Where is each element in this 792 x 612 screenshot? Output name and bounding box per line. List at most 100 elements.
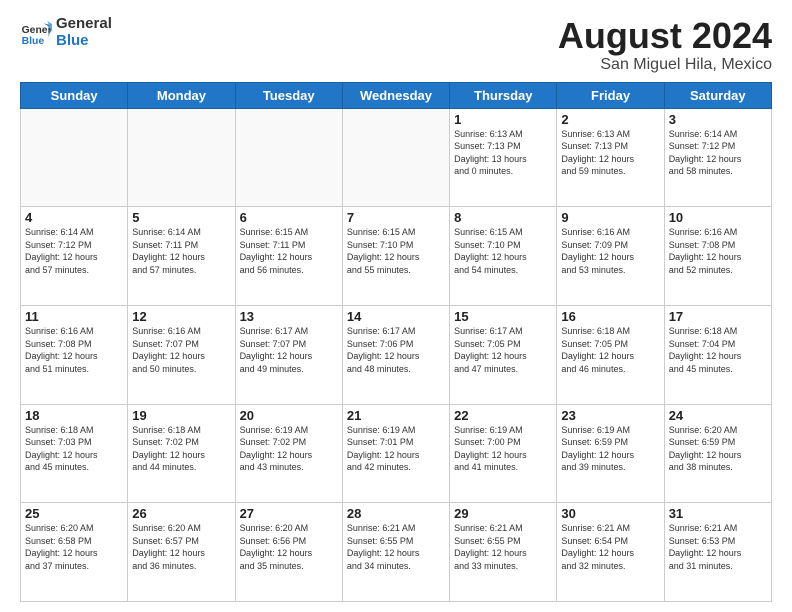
empty-cell <box>21 108 128 207</box>
day-info: Sunrise: 6:15 AM Sunset: 7:11 PM Dayligh… <box>240 226 338 276</box>
day-number: 13 <box>240 309 338 324</box>
day-info: Sunrise: 6:13 AM Sunset: 7:13 PM Dayligh… <box>454 128 552 178</box>
day-cell-26: 26Sunrise: 6:20 AM Sunset: 6:57 PM Dayli… <box>128 503 235 602</box>
day-info: Sunrise: 6:19 AM Sunset: 6:59 PM Dayligh… <box>561 424 659 474</box>
day-cell-29: 29Sunrise: 6:21 AM Sunset: 6:55 PM Dayli… <box>450 503 557 602</box>
day-number: 3 <box>669 112 767 127</box>
day-number: 10 <box>669 210 767 225</box>
weekday-header-tuesday: Tuesday <box>235 82 342 108</box>
empty-cell <box>128 108 235 207</box>
weekday-header-thursday: Thursday <box>450 82 557 108</box>
day-number: 11 <box>25 309 123 324</box>
day-info: Sunrise: 6:21 AM Sunset: 6:55 PM Dayligh… <box>347 522 445 572</box>
day-number: 5 <box>132 210 230 225</box>
day-cell-27: 27Sunrise: 6:20 AM Sunset: 6:56 PM Dayli… <box>235 503 342 602</box>
day-info: Sunrise: 6:18 AM Sunset: 7:05 PM Dayligh… <box>561 325 659 375</box>
day-number: 18 <box>25 408 123 423</box>
day-number: 4 <box>25 210 123 225</box>
day-info: Sunrise: 6:15 AM Sunset: 7:10 PM Dayligh… <box>347 226 445 276</box>
day-info: Sunrise: 6:17 AM Sunset: 7:05 PM Dayligh… <box>454 325 552 375</box>
day-number: 17 <box>669 309 767 324</box>
day-number: 28 <box>347 506 445 521</box>
day-cell-9: 9Sunrise: 6:16 AM Sunset: 7:09 PM Daylig… <box>557 207 664 306</box>
day-number: 9 <box>561 210 659 225</box>
day-info: Sunrise: 6:16 AM Sunset: 7:08 PM Dayligh… <box>669 226 767 276</box>
day-info: Sunrise: 6:17 AM Sunset: 7:07 PM Dayligh… <box>240 325 338 375</box>
day-info: Sunrise: 6:19 AM Sunset: 7:02 PM Dayligh… <box>240 424 338 474</box>
week-row-4: 25Sunrise: 6:20 AM Sunset: 6:58 PM Dayli… <box>21 503 772 602</box>
day-number: 12 <box>132 309 230 324</box>
empty-cell <box>235 108 342 207</box>
day-number: 21 <box>347 408 445 423</box>
week-row-0: 1Sunrise: 6:13 AM Sunset: 7:13 PM Daylig… <box>21 108 772 207</box>
logo: General Blue General Blue <box>20 16 112 49</box>
day-cell-8: 8Sunrise: 6:15 AM Sunset: 7:10 PM Daylig… <box>450 207 557 306</box>
day-cell-12: 12Sunrise: 6:16 AM Sunset: 7:07 PM Dayli… <box>128 305 235 404</box>
day-cell-25: 25Sunrise: 6:20 AM Sunset: 6:58 PM Dayli… <box>21 503 128 602</box>
day-cell-1: 1Sunrise: 6:13 AM Sunset: 7:13 PM Daylig… <box>450 108 557 207</box>
calendar: SundayMondayTuesdayWednesdayThursdayFrid… <box>20 82 772 602</box>
header: General Blue General Blue August 2024 Sa… <box>20 16 772 74</box>
day-cell-18: 18Sunrise: 6:18 AM Sunset: 7:03 PM Dayli… <box>21 404 128 503</box>
day-cell-30: 30Sunrise: 6:21 AM Sunset: 6:54 PM Dayli… <box>557 503 664 602</box>
week-row-3: 18Sunrise: 6:18 AM Sunset: 7:03 PM Dayli… <box>21 404 772 503</box>
day-number: 26 <box>132 506 230 521</box>
location-title: San Miguel Hila, Mexico <box>558 56 772 74</box>
weekday-header-row: SundayMondayTuesdayWednesdayThursdayFrid… <box>21 82 772 108</box>
day-info: Sunrise: 6:14 AM Sunset: 7:12 PM Dayligh… <box>25 226 123 276</box>
day-cell-28: 28Sunrise: 6:21 AM Sunset: 6:55 PM Dayli… <box>342 503 449 602</box>
day-number: 31 <box>669 506 767 521</box>
day-number: 7 <box>347 210 445 225</box>
day-number: 14 <box>347 309 445 324</box>
month-title: August 2024 <box>558 16 772 56</box>
day-number: 16 <box>561 309 659 324</box>
day-info: Sunrise: 6:19 AM Sunset: 7:01 PM Dayligh… <box>347 424 445 474</box>
day-number: 15 <box>454 309 552 324</box>
day-info: Sunrise: 6:18 AM Sunset: 7:04 PM Dayligh… <box>669 325 767 375</box>
weekday-header-sunday: Sunday <box>21 82 128 108</box>
day-cell-15: 15Sunrise: 6:17 AM Sunset: 7:05 PM Dayli… <box>450 305 557 404</box>
day-number: 29 <box>454 506 552 521</box>
day-info: Sunrise: 6:15 AM Sunset: 7:10 PM Dayligh… <box>454 226 552 276</box>
day-cell-11: 11Sunrise: 6:16 AM Sunset: 7:08 PM Dayli… <box>21 305 128 404</box>
day-info: Sunrise: 6:21 AM Sunset: 6:54 PM Dayligh… <box>561 522 659 572</box>
day-info: Sunrise: 6:16 AM Sunset: 7:07 PM Dayligh… <box>132 325 230 375</box>
day-info: Sunrise: 6:20 AM Sunset: 6:57 PM Dayligh… <box>132 522 230 572</box>
week-row-2: 11Sunrise: 6:16 AM Sunset: 7:08 PM Dayli… <box>21 305 772 404</box>
logo-blue: Blue <box>56 33 112 50</box>
day-cell-21: 21Sunrise: 6:19 AM Sunset: 7:01 PM Dayli… <box>342 404 449 503</box>
day-cell-3: 3Sunrise: 6:14 AM Sunset: 7:12 PM Daylig… <box>664 108 771 207</box>
day-cell-4: 4Sunrise: 6:14 AM Sunset: 7:12 PM Daylig… <box>21 207 128 306</box>
weekday-header-friday: Friday <box>557 82 664 108</box>
day-cell-13: 13Sunrise: 6:17 AM Sunset: 7:07 PM Dayli… <box>235 305 342 404</box>
day-number: 19 <box>132 408 230 423</box>
day-number: 30 <box>561 506 659 521</box>
day-cell-6: 6Sunrise: 6:15 AM Sunset: 7:11 PM Daylig… <box>235 207 342 306</box>
weekday-header-monday: Monday <box>128 82 235 108</box>
day-info: Sunrise: 6:17 AM Sunset: 7:06 PM Dayligh… <box>347 325 445 375</box>
day-cell-19: 19Sunrise: 6:18 AM Sunset: 7:02 PM Dayli… <box>128 404 235 503</box>
day-cell-17: 17Sunrise: 6:18 AM Sunset: 7:04 PM Dayli… <box>664 305 771 404</box>
day-info: Sunrise: 6:18 AM Sunset: 7:03 PM Dayligh… <box>25 424 123 474</box>
day-number: 22 <box>454 408 552 423</box>
day-number: 25 <box>25 506 123 521</box>
weekday-header-saturday: Saturday <box>664 82 771 108</box>
day-number: 20 <box>240 408 338 423</box>
day-number: 27 <box>240 506 338 521</box>
day-info: Sunrise: 6:13 AM Sunset: 7:13 PM Dayligh… <box>561 128 659 178</box>
day-cell-10: 10Sunrise: 6:16 AM Sunset: 7:08 PM Dayli… <box>664 207 771 306</box>
title-block: August 2024 San Miguel Hila, Mexico <box>558 16 772 74</box>
day-info: Sunrise: 6:18 AM Sunset: 7:02 PM Dayligh… <box>132 424 230 474</box>
day-info: Sunrise: 6:20 AM Sunset: 6:56 PM Dayligh… <box>240 522 338 572</box>
day-number: 23 <box>561 408 659 423</box>
logo-general: General <box>56 16 112 33</box>
day-cell-5: 5Sunrise: 6:14 AM Sunset: 7:11 PM Daylig… <box>128 207 235 306</box>
day-cell-24: 24Sunrise: 6:20 AM Sunset: 6:59 PM Dayli… <box>664 404 771 503</box>
day-info: Sunrise: 6:20 AM Sunset: 6:58 PM Dayligh… <box>25 522 123 572</box>
logo-icon: General Blue <box>20 17 52 49</box>
day-info: Sunrise: 6:20 AM Sunset: 6:59 PM Dayligh… <box>669 424 767 474</box>
day-cell-16: 16Sunrise: 6:18 AM Sunset: 7:05 PM Dayli… <box>557 305 664 404</box>
day-info: Sunrise: 6:14 AM Sunset: 7:11 PM Dayligh… <box>132 226 230 276</box>
day-cell-7: 7Sunrise: 6:15 AM Sunset: 7:10 PM Daylig… <box>342 207 449 306</box>
day-number: 24 <box>669 408 767 423</box>
